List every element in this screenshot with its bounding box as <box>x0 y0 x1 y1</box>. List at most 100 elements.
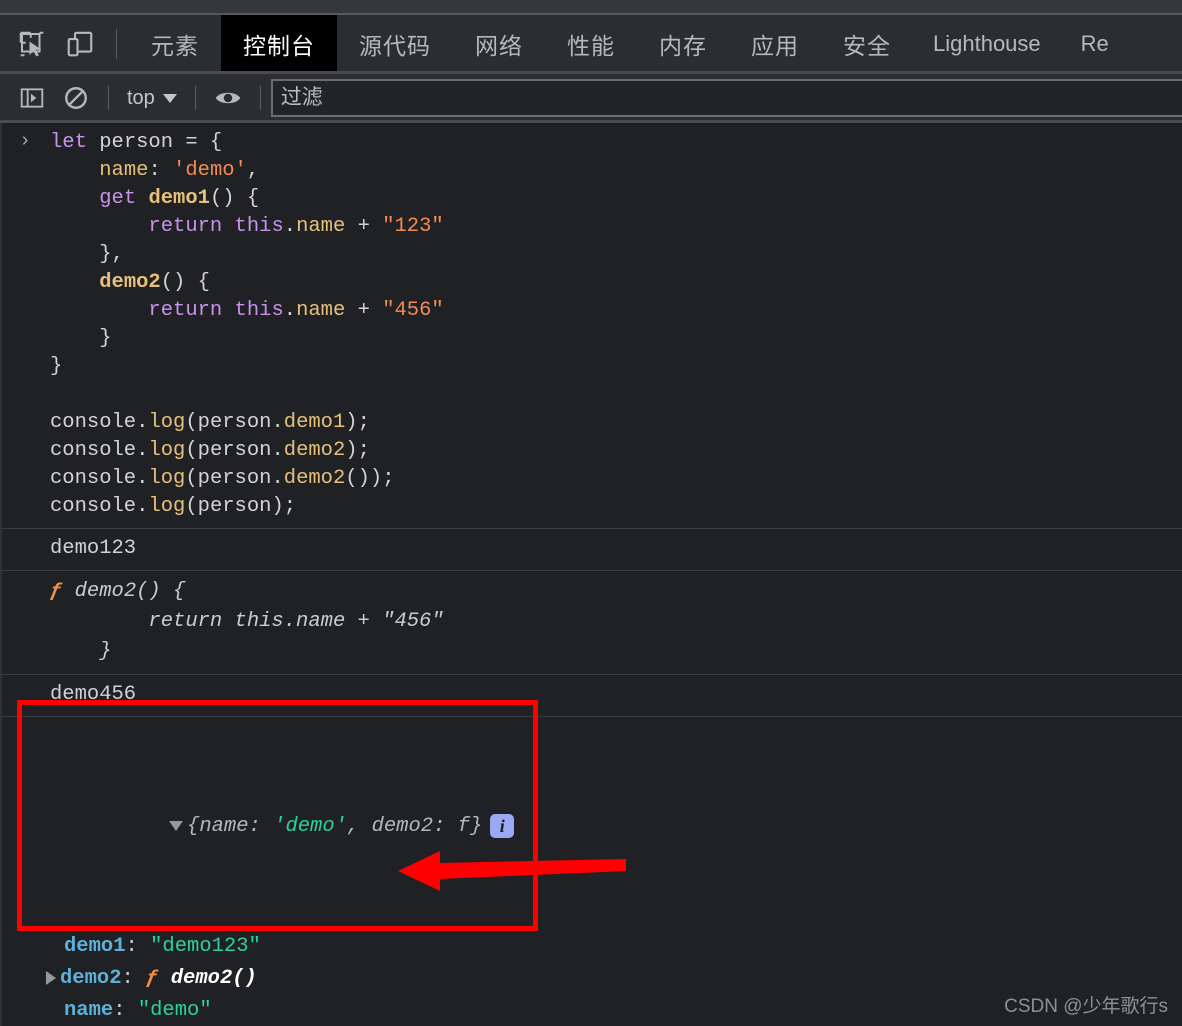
code-line: }, <box>50 241 1182 269</box>
console-messages[interactable]: › let person = { name: 'demo', get demo1… <box>0 123 1182 1026</box>
code-line: console.log(person.demo2()); <box>50 465 1182 493</box>
tab-label: 元素 <box>151 33 199 59</box>
object-preview-string: 'demo' <box>273 815 347 838</box>
code-line: console.log(person.demo1); <box>50 409 1182 437</box>
code-token: return <box>148 299 235 322</box>
toolbar-divider <box>194 86 196 110</box>
console-output-text: demo456 <box>50 683 137 706</box>
tab-label: 网络 <box>475 33 523 59</box>
tab-label: 控制台 <box>243 33 315 59</box>
code-token: = { <box>173 131 223 154</box>
code-token: demo2 <box>283 439 346 462</box>
devtools-window: 元素 控制台 源代码 网络 性能 内存 应用 安全 Lighthouse Re … <box>0 0 1182 1026</box>
tab-label: Re <box>1080 31 1109 56</box>
tab-memory[interactable]: 内存 <box>637 15 729 73</box>
code-token: ()); <box>345 467 395 490</box>
object-key-separator: : <box>121 967 147 990</box>
js-context-selector[interactable]: top <box>119 87 185 110</box>
code-line: get demo1() { <box>50 185 1182 213</box>
code-token: . <box>283 299 297 322</box>
code-token: . <box>136 411 149 434</box>
js-context-value: top <box>127 86 155 109</box>
tab-console[interactable]: 控制台 <box>221 15 337 73</box>
code-token: ); <box>345 439 370 462</box>
code-token: return <box>148 215 235 238</box>
console-output-function: ƒ demo2() { return this.name + "456" } <box>2 577 1182 667</box>
inspect-element-icon[interactable] <box>8 15 56 73</box>
function-source-text: demo2() { return this.name + "456" } <box>74 580 444 663</box>
console-output-function-entry[interactable]: ƒ demo2() { return this.name + "456" } <box>0 571 1182 675</box>
code-token: demo2 <box>283 467 346 490</box>
code-token: log <box>148 411 186 434</box>
chevron-down-icon <box>162 93 177 103</box>
code-token: . <box>283 215 297 238</box>
chevron-down-icon[interactable] <box>169 820 184 831</box>
console-output-entry[interactable]: demo456 <box>0 675 1182 717</box>
code-token: } <box>50 355 63 378</box>
object-tree[interactable]: {name: 'demo', demo2: f} i demo1: "demo12… <box>2 723 1182 1026</box>
code-line: return this.name + "123" <box>50 213 1182 241</box>
code-token: () { <box>209 187 260 210</box>
tab-label: 内存 <box>659 33 707 59</box>
code-token: demo2 <box>99 271 161 294</box>
live-expression-eye-icon[interactable] <box>206 76 250 120</box>
tab-sources[interactable]: 源代码 <box>337 15 453 73</box>
function-glyph-icon: ƒ <box>50 580 63 603</box>
tab-label: 性能 <box>567 33 615 59</box>
code-token: console <box>50 439 137 462</box>
object-tree-header[interactable]: {name: 'demo', demo2: f} i <box>46 779 1182 875</box>
code-line: } <box>50 325 1182 353</box>
code-token: . <box>136 439 149 462</box>
code-token: "456" <box>382 299 444 322</box>
code-line: return this.name + "456" <box>50 297 1182 325</box>
device-toolbar-icon[interactable] <box>56 15 104 73</box>
toolbar-divider <box>259 86 261 110</box>
object-key: name <box>64 999 114 1022</box>
code-token: , <box>246 159 260 182</box>
tab-recorder[interactable]: Re <box>1061 15 1129 73</box>
devtools-tabbar: 元素 控制台 源代码 网络 性能 内存 应用 安全 Lighthouse Re <box>0 15 1182 73</box>
code-token: () { <box>160 271 210 294</box>
tab-lighthouse[interactable]: Lighthouse <box>913 15 1061 73</box>
console-filter-input[interactable] <box>270 79 1182 117</box>
tab-performance[interactable]: 性能 <box>545 15 637 73</box>
object-preview-suffix: , demo2: f} <box>346 815 483 838</box>
code-line: let person = { <box>50 129 1182 157</box>
code-token: let <box>50 131 100 154</box>
code-token: . <box>136 495 149 518</box>
csdn-watermark: CSDN @少年歌行s <box>1004 996 1168 1017</box>
code-token: log <box>148 467 186 490</box>
tab-elements[interactable]: 元素 <box>129 15 221 73</box>
code-token: person <box>197 467 272 490</box>
tab-application[interactable]: 应用 <box>729 15 821 73</box>
code-token: name <box>296 215 346 238</box>
console-input-code: let person = { name: 'demo', get demo1()… <box>2 129 1182 521</box>
code-token: this <box>234 299 284 322</box>
tab-network[interactable]: 网络 <box>453 15 545 73</box>
code-token: console <box>50 467 137 490</box>
window-top-strip <box>0 0 1182 14</box>
object-tree-row[interactable]: demo1: "demo123" <box>46 931 1182 963</box>
code-token: + <box>345 299 383 322</box>
toolbar-divider <box>108 86 109 110</box>
tab-security[interactable]: 安全 <box>821 15 913 73</box>
code-token: ( <box>185 411 198 434</box>
chevron-right-icon[interactable] <box>46 970 56 985</box>
code-token: console <box>50 411 137 434</box>
object-value: "demo" <box>137 999 212 1022</box>
code-token: . <box>271 467 284 490</box>
console-object-entry[interactable]: {name: 'demo', demo2: f} i demo1: "demo12… <box>0 717 1182 1026</box>
console-sidebar-icon[interactable] <box>10 76 54 120</box>
code-token: this <box>234 215 284 238</box>
tab-label: 应用 <box>751 33 799 59</box>
tab-label: Lighthouse <box>933 31 1041 56</box>
function-glyph-icon: ƒ <box>146 967 171 990</box>
console-input-entry[interactable]: › let person = { name: 'demo', get demo1… <box>0 123 1182 529</box>
code-line: name: 'demo', <box>50 157 1182 185</box>
console-output-entry[interactable]: demo123 <box>0 529 1182 571</box>
object-preview-prefix: {name: <box>187 815 274 838</box>
clear-console-icon[interactable] <box>54 76 98 120</box>
info-icon[interactable]: i <box>490 813 515 838</box>
